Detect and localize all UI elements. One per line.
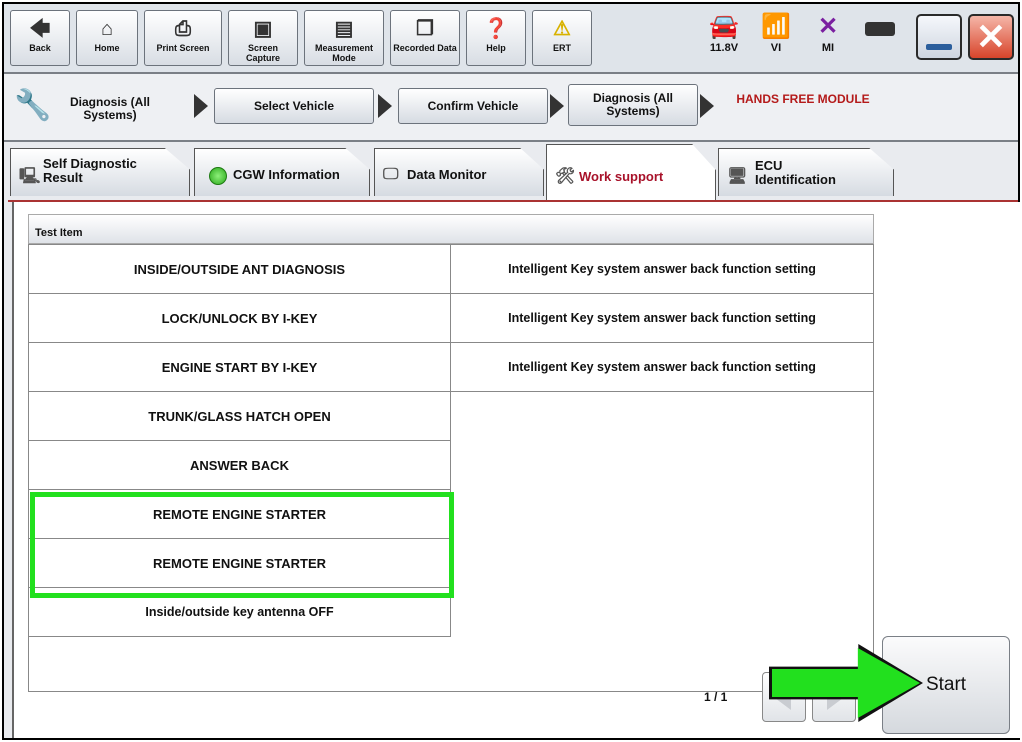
confirm-vehicle-button[interactable]: Confirm Vehicle: [398, 88, 548, 124]
back-arrow-icon: 🡄: [29, 18, 51, 40]
recorded-data-icon: ❐: [416, 18, 434, 40]
close-icon: ✕: [975, 16, 1007, 57]
chevron-right-icon: [194, 94, 208, 118]
warning-icon: ⚠: [553, 18, 571, 40]
table-row[interactable]: ENGINE START BY I-KEY: [29, 343, 451, 392]
printer-icon: ⎙: [175, 18, 191, 40]
current-module: HANDS FREE MODULE: [736, 92, 870, 106]
help-button[interactable]: ❓ Help: [466, 10, 526, 66]
status-area: 🚘 11.8V 📶 VI ✕ MI: [698, 8, 910, 66]
tab-data-monitor[interactable]: 🖵 Data Monitor: [374, 148, 544, 196]
screen-capture-button[interactable]: ▣ Screen Capture: [228, 10, 298, 66]
measurement-mode-button[interactable]: ▤ Measurement Mode: [304, 10, 384, 66]
table-row[interactable]: ANSWER BACK: [29, 441, 451, 490]
test-item-table: INSIDE/OUTSIDE ANT DIAGNOSIS LOCK/UNLOCK…: [28, 244, 874, 692]
car-battery-icon: 🚘: [709, 13, 739, 40]
battery-status: [858, 8, 902, 66]
chevron-right-icon: [700, 94, 714, 118]
ert-button[interactable]: ⚠ ERT: [532, 10, 592, 66]
remote-engine-starter-highlight: [30, 492, 454, 598]
minimize-button[interactable]: [916, 14, 962, 60]
test-item-header: Test Item: [28, 214, 874, 244]
tab-bar: 🖳 Self Diagnostic Result CGW Information…: [4, 142, 1018, 202]
chevron-right-icon: [378, 94, 392, 118]
table-row[interactable]: INSIDE/OUTSIDE ANT DIAGNOSIS: [29, 245, 451, 294]
monitor-icon: 🖵: [383, 166, 399, 183]
work-support-icon: 🛠: [555, 168, 576, 185]
tab-cgw-information[interactable]: CGW Information: [194, 148, 370, 196]
back-button[interactable]: 🡄 Back: [10, 10, 70, 66]
table-row[interactable]: Intelligent Key system answer back funct…: [451, 245, 873, 294]
test-item-list-right: Intelligent Key system answer back funct…: [451, 245, 873, 392]
tab-self-diagnostic-result[interactable]: 🖳 Self Diagnostic Result: [10, 148, 190, 196]
help-icon: ❓: [483, 18, 509, 40]
diagnostic-icon: 🖳: [19, 168, 41, 185]
close-button[interactable]: ✕: [968, 14, 1014, 60]
table-row[interactable]: LOCK/UNLOCK BY I-KEY: [29, 294, 451, 343]
breadcrumb-home[interactable]: 🔧 Diagnosis (All Systems): [10, 84, 190, 130]
chevron-right-icon: [550, 94, 564, 118]
breadcrumb: 🔧 Diagnosis (All Systems) Select Vehicle…: [4, 74, 1018, 142]
home-icon: ⌂: [100, 18, 114, 40]
voltage-status: 🚘 11.8V: [702, 8, 746, 66]
tab-ecu-identification[interactable]: 🖥 ECU Identification: [718, 148, 894, 196]
home-button[interactable]: ⌂ Home: [76, 10, 138, 66]
vi-status: 📶 VI: [754, 8, 798, 66]
ecu-icon: 🖥: [727, 168, 748, 185]
tab-work-support[interactable]: 🛠 Work support: [546, 144, 716, 202]
table-row[interactable]: Intelligent Key system answer back funct…: [451, 343, 873, 392]
mi-status: ✕ MI: [806, 8, 850, 66]
table-row[interactable]: Intelligent Key system answer back funct…: [451, 294, 873, 343]
cross-icon: ✕: [817, 13, 839, 40]
camera-icon: ▣: [253, 18, 273, 40]
toolbar: 🡄 Back ⌂ Home ⎙ Print Screen ▣ Screen Ca…: [4, 4, 1018, 74]
diagnosis-all-systems-button[interactable]: Diagnosis (All Systems): [568, 84, 698, 126]
select-vehicle-button[interactable]: Select Vehicle: [214, 88, 374, 124]
minimize-icon: [926, 44, 952, 50]
battery-icon: [865, 22, 895, 36]
signal-icon: 📶: [761, 13, 791, 40]
status-green-icon: [209, 167, 227, 185]
table-row[interactable]: TRUNK/GLASS HATCH OPEN: [29, 392, 451, 441]
app-window: 🡄 Back ⌂ Home ⎙ Print Screen ▣ Screen Ca…: [2, 2, 1020, 740]
page-indicator: 1 / 1: [704, 690, 728, 704]
recorded-data-button[interactable]: ❐ Recorded Data: [390, 10, 460, 66]
work-support-panel: Test Item INSIDE/OUTSIDE ANT DIAGNOSIS L…: [12, 202, 1020, 738]
mechanic-car-icon: 🔧: [14, 89, 52, 122]
meter-icon: ▤: [334, 18, 354, 40]
print-screen-button[interactable]: ⎙ Print Screen: [144, 10, 222, 66]
